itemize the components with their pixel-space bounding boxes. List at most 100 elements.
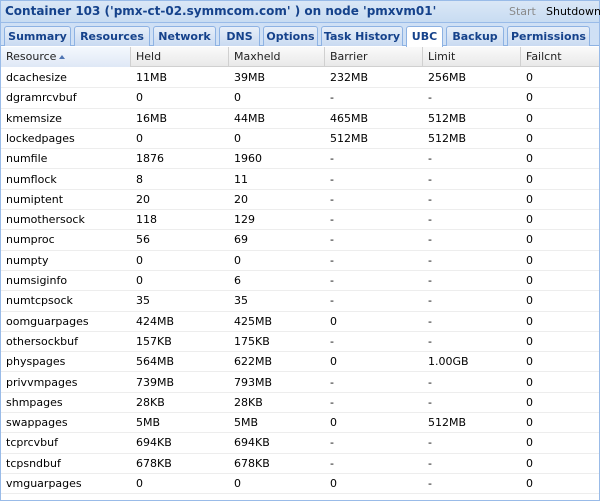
cell-maxheld: 622MB xyxy=(234,355,273,369)
tab-task-history[interactable]: Task History xyxy=(321,26,403,46)
cell-maxheld: 175KB xyxy=(234,334,270,348)
cell-barrier: - xyxy=(330,152,334,166)
cell-failcnt: 0 xyxy=(526,334,533,348)
cell-failcnt: 0 xyxy=(526,395,533,409)
cell-limit: - xyxy=(428,375,432,389)
table-row[interactable]: physpages 564MB 622MB 0 1.00GB 0 xyxy=(1,352,599,373)
table-row[interactable]: othersockbuf 157KB 175KB - - 0 xyxy=(1,332,599,353)
column-header-failcnt[interactable]: Failcnt xyxy=(521,47,599,67)
cell-resource: numtcpsock xyxy=(6,294,73,308)
cell-failcnt: 0 xyxy=(526,314,533,328)
column-header-limit[interactable]: Limit xyxy=(423,47,521,67)
cell-limit: - xyxy=(428,477,432,490)
cell-failcnt: 0 xyxy=(526,375,533,389)
table-row[interactable]: oomguarpages 424MB 425MB 0 - 0 xyxy=(1,312,599,332)
tab-backup[interactable]: Backup xyxy=(446,26,504,46)
table-row[interactable]: numpty 0 0 - - 0 xyxy=(1,251,599,271)
cell-resource: numflock xyxy=(6,172,57,186)
table-row[interactable]: shmpages 28KB 28KB - - 0 xyxy=(1,393,599,414)
cell-maxheld: 44MB xyxy=(234,111,266,125)
cell-limit: - xyxy=(428,334,432,348)
cell-failcnt: 0 xyxy=(526,91,533,105)
cell-barrier: - xyxy=(330,274,334,287)
cell-held: 564MB xyxy=(136,355,175,369)
cell-held: 5MB xyxy=(136,416,161,430)
cell-limit: - xyxy=(428,395,432,409)
shutdown-button[interactable]: Shutdown xyxy=(546,5,600,18)
table-row[interactable]: dgramrcvbuf 0 0 - - 0 xyxy=(1,88,599,109)
table-row[interactable]: numsiginfo 0 6 - - 0 xyxy=(1,271,599,292)
table-row[interactable]: numfile 1876 1960 - - 0 xyxy=(1,149,599,170)
cell-barrier: 0 xyxy=(330,314,337,328)
cell-barrier: - xyxy=(330,233,334,247)
cell-barrier: - xyxy=(330,294,334,308)
tab-dns[interactable]: DNS xyxy=(219,26,260,46)
column-header-held[interactable]: Held xyxy=(131,47,229,67)
cell-held: 0 xyxy=(136,274,143,287)
cell-barrier: - xyxy=(330,456,334,470)
cell-barrier: 0 xyxy=(330,355,337,369)
table-row[interactable]: lockedpages 0 0 512MB 512MB 0 xyxy=(1,129,599,150)
cell-failcnt: 0 xyxy=(526,152,533,166)
tab-permissions[interactable]: Permissions xyxy=(507,26,590,46)
cell-limit: - xyxy=(428,436,432,450)
cell-resource: tcprcvbuf xyxy=(6,436,59,450)
cell-barrier: - xyxy=(330,395,334,409)
table-row[interactable]: tcprcvbuf 694KB 694KB - - 0 xyxy=(1,433,599,454)
cell-maxheld: 678KB xyxy=(234,456,270,470)
cell-held: 694KB xyxy=(136,436,172,450)
tab-ubc[interactable]: UBC xyxy=(406,26,443,47)
cell-held: 35 xyxy=(136,294,150,308)
cell-maxheld: 5MB xyxy=(234,416,259,430)
cell-held: 0 xyxy=(136,131,143,145)
table-row[interactable]: swappages 5MB 5MB 0 512MB 0 xyxy=(1,413,599,434)
cell-maxheld: 0 xyxy=(234,477,241,490)
cell-maxheld: 0 xyxy=(234,131,241,145)
cell-resource: numpty xyxy=(6,253,49,267)
cell-held: 28KB xyxy=(136,395,165,409)
cell-limit: 512MB xyxy=(428,131,467,145)
table-row[interactable]: kmemsize 16MB 44MB 465MB 512MB 0 xyxy=(1,109,599,129)
cell-failcnt: 0 xyxy=(526,274,533,287)
table-row[interactable]: vmguarpages 0 0 0 - 0 xyxy=(1,474,599,495)
cell-held: 0 xyxy=(136,477,143,490)
tab-resources[interactable]: Resources xyxy=(74,26,150,46)
cell-failcnt: 0 xyxy=(526,477,533,490)
column-header-resource[interactable]: Resource xyxy=(1,47,131,67)
cell-failcnt: 0 xyxy=(526,456,533,470)
cell-maxheld: 0 xyxy=(234,253,241,267)
table-row[interactable]: numflock 8 11 - - 0 xyxy=(1,170,599,190)
table-row[interactable]: numiptent 20 20 - - 0 xyxy=(1,190,599,211)
cell-resource: numproc xyxy=(6,233,55,247)
cell-held: 8 xyxy=(136,172,143,186)
cell-failcnt: 0 xyxy=(526,111,533,125)
cell-failcnt: 0 xyxy=(526,213,533,227)
cell-resource: tcpsndbuf xyxy=(6,456,61,470)
table-row[interactable]: tcpsndbuf 678KB 678KB - - 0 xyxy=(1,454,599,474)
cell-barrier: 465MB xyxy=(330,111,369,125)
table-row[interactable]: dcachesize 11MB 39MB 232MB 256MB 0 xyxy=(1,68,599,89)
cell-barrier: - xyxy=(330,253,334,267)
cell-barrier: - xyxy=(330,91,334,105)
cell-limit: - xyxy=(428,152,432,166)
start-button[interactable]: Start xyxy=(509,5,536,18)
column-header-barrier[interactable]: Barrier xyxy=(325,47,423,67)
cell-limit: - xyxy=(428,456,432,470)
cell-held: 424MB xyxy=(136,314,175,328)
cell-limit: 1.00GB xyxy=(428,355,469,369)
tab-options[interactable]: Options xyxy=(263,26,318,46)
cell-barrier: 0 xyxy=(330,477,337,490)
table-row[interactable]: numproc 56 69 - - 0 xyxy=(1,230,599,251)
cell-failcnt: 0 xyxy=(526,233,533,247)
tab-network[interactable]: Network xyxy=(153,26,216,46)
table-row[interactable]: privvmpages 739MB 793MB - - 0 xyxy=(1,373,599,393)
column-header-maxheld[interactable]: Maxheld xyxy=(229,47,325,67)
sort-ascending-icon xyxy=(59,55,66,59)
cell-failcnt: 0 xyxy=(526,436,533,450)
tab-summary[interactable]: Summary xyxy=(4,26,71,46)
cell-maxheld: 69 xyxy=(234,233,248,247)
table-row[interactable]: numtcpsock 35 35 - - 0 xyxy=(1,291,599,312)
table-row[interactable]: numothersock 118 129 - - 0 xyxy=(1,210,599,231)
cell-limit: - xyxy=(428,253,432,267)
cell-limit: - xyxy=(428,274,432,287)
